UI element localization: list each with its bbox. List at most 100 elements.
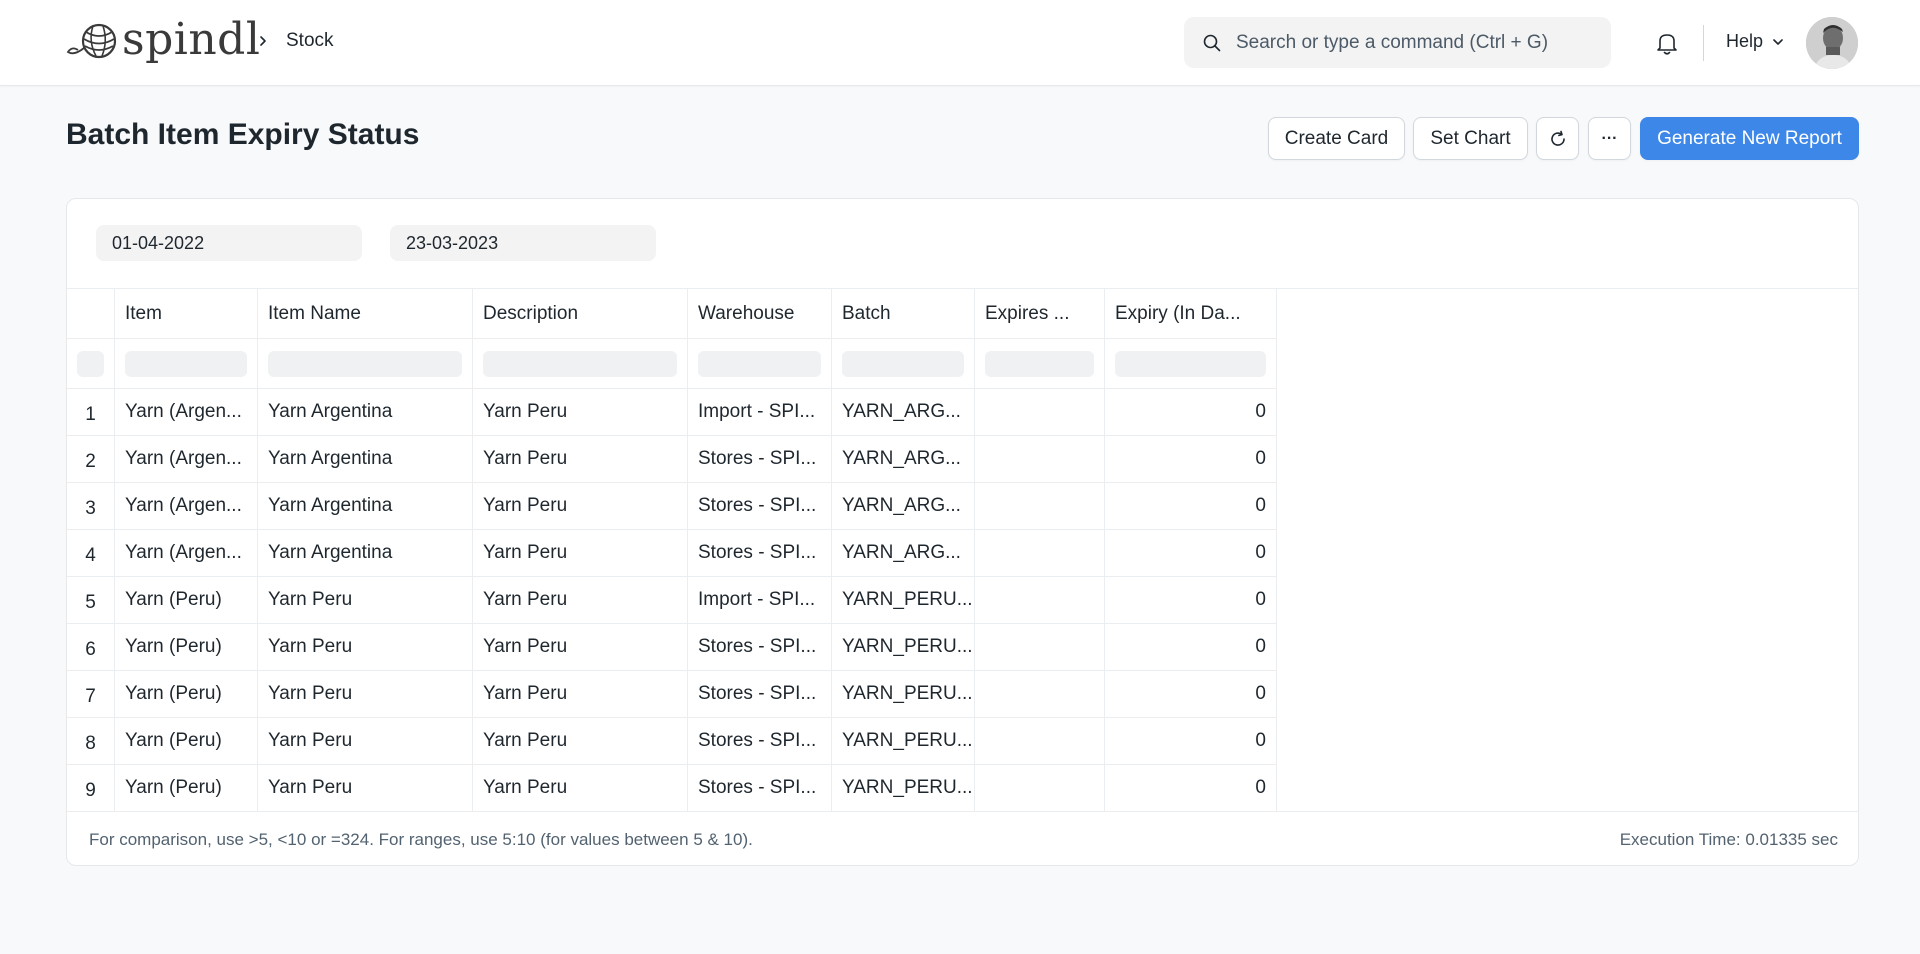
- row-index[interactable]: 6: [67, 624, 115, 670]
- cell-item-name[interactable]: Yarn Argentina: [258, 483, 473, 529]
- cell-expires-on[interactable]: [975, 718, 1105, 764]
- from-date-filter[interactable]: [96, 225, 362, 261]
- cell-item-name[interactable]: Yarn Peru: [258, 765, 473, 811]
- cell-description[interactable]: Yarn Peru: [473, 765, 688, 811]
- refresh-button[interactable]: [1536, 117, 1579, 160]
- cell-expires-on[interactable]: [975, 530, 1105, 576]
- column-header-item[interactable]: Item: [115, 289, 258, 338]
- cell-item-name[interactable]: Yarn Argentina: [258, 530, 473, 576]
- cell-item-name[interactable]: Yarn Peru: [258, 718, 473, 764]
- bell-icon[interactable]: [1654, 30, 1680, 56]
- cell-batch[interactable]: YARN_PERU...: [832, 577, 975, 623]
- cell-item[interactable]: Yarn (Argen...: [115, 530, 258, 576]
- cell-item[interactable]: Yarn (Argen...: [115, 389, 258, 435]
- row-index[interactable]: 9: [67, 765, 115, 811]
- row-index[interactable]: 1: [67, 389, 115, 435]
- row-index[interactable]: 2: [67, 436, 115, 482]
- help-dropdown[interactable]: Help: [1726, 31, 1785, 52]
- cell-expires-on[interactable]: [975, 483, 1105, 529]
- cell-expires-on[interactable]: [975, 436, 1105, 482]
- cell-item-name[interactable]: Yarn Peru: [258, 671, 473, 717]
- cell-batch[interactable]: YARN_ARG...: [832, 483, 975, 529]
- generate-new-report-button[interactable]: Generate New Report: [1640, 117, 1859, 160]
- cell-warehouse[interactable]: Import - SPI...: [688, 577, 832, 623]
- cell-description[interactable]: Yarn Peru: [473, 436, 688, 482]
- cell-expiry-days[interactable]: 0: [1105, 577, 1277, 623]
- cell-description[interactable]: Yarn Peru: [473, 530, 688, 576]
- cell-expiry-days[interactable]: 0: [1105, 436, 1277, 482]
- column-header-warehouse[interactable]: Warehouse: [688, 289, 832, 338]
- cell-expires-on[interactable]: [975, 577, 1105, 623]
- table-row[interactable]: 6 Yarn (Peru) Yarn Peru Yarn Peru Stores - S…: [67, 624, 1277, 671]
- cell-expiry-days[interactable]: 0: [1105, 389, 1277, 435]
- cell-warehouse[interactable]: Stores - SPI...: [688, 765, 832, 811]
- column-header-expiry-days[interactable]: Expiry (In Da...: [1105, 289, 1277, 338]
- table-row[interactable]: 2 Yarn (Argen... Yarn Argentina Yarn Peru St…: [67, 436, 1277, 483]
- cell-expires-on[interactable]: [975, 624, 1105, 670]
- breadcrumb-stock-link[interactable]: Stock: [286, 30, 334, 52]
- table-row[interactable]: 8 Yarn (Peru) Yarn Peru Yarn Peru Stores - S…: [67, 718, 1277, 765]
- column-filter-expires-on[interactable]: [985, 350, 1094, 377]
- cell-item-name[interactable]: Yarn Peru: [258, 624, 473, 670]
- column-header-expires-on[interactable]: Expires ...: [975, 289, 1105, 338]
- app-logo[interactable]: spindl: [66, 16, 260, 64]
- column-header-batch[interactable]: Batch: [832, 289, 975, 338]
- row-index[interactable]: 7: [67, 671, 115, 717]
- cell-warehouse[interactable]: Import - SPI...: [688, 389, 832, 435]
- table-row[interactable]: 5 Yarn (Peru) Yarn Peru Yarn Peru Import - S…: [67, 577, 1277, 624]
- cell-description[interactable]: Yarn Peru: [473, 483, 688, 529]
- cell-warehouse[interactable]: Stores - SPI...: [688, 436, 832, 482]
- awesomebar-search[interactable]: [1184, 17, 1611, 68]
- cell-description[interactable]: Yarn Peru: [473, 718, 688, 764]
- cell-batch[interactable]: YARN_PERU...: [832, 624, 975, 670]
- cell-expires-on[interactable]: [975, 389, 1105, 435]
- cell-item-name[interactable]: Yarn Argentina: [258, 389, 473, 435]
- column-header-item-name[interactable]: Item Name: [258, 289, 473, 338]
- column-header-description[interactable]: Description: [473, 289, 688, 338]
- column-filter-batch[interactable]: [842, 350, 964, 377]
- column-filter-description[interactable]: [483, 350, 677, 377]
- cell-item[interactable]: Yarn (Argen...: [115, 483, 258, 529]
- cell-batch[interactable]: YARN_ARG...: [832, 389, 975, 435]
- user-avatar[interactable]: [1806, 17, 1858, 69]
- cell-batch[interactable]: YARN_PERU...: [832, 671, 975, 717]
- cell-expiry-days[interactable]: 0: [1105, 718, 1277, 764]
- cell-expiry-days[interactable]: 0: [1105, 765, 1277, 811]
- cell-expiry-days[interactable]: 0: [1105, 624, 1277, 670]
- cell-item[interactable]: Yarn (Peru): [115, 671, 258, 717]
- create-card-button[interactable]: Create Card: [1268, 117, 1405, 160]
- column-filter-expiry-days[interactable]: [1115, 350, 1266, 377]
- table-row[interactable]: 1 Yarn (Argen... Yarn Argentina Yarn Peru Im…: [67, 389, 1277, 436]
- cell-warehouse[interactable]: Stores - SPI...: [688, 483, 832, 529]
- search-input[interactable]: [1236, 31, 1596, 54]
- row-index[interactable]: 5: [67, 577, 115, 623]
- row-index[interactable]: 8: [67, 718, 115, 764]
- cell-item[interactable]: Yarn (Peru): [115, 624, 258, 670]
- cell-expiry-days[interactable]: 0: [1105, 530, 1277, 576]
- table-row[interactable]: 3 Yarn (Argen... Yarn Argentina Yarn Peru St…: [67, 483, 1277, 530]
- cell-item[interactable]: Yarn (Peru): [115, 718, 258, 764]
- cell-expiry-days[interactable]: 0: [1105, 671, 1277, 717]
- cell-warehouse[interactable]: Stores - SPI...: [688, 530, 832, 576]
- cell-item-name[interactable]: Yarn Peru: [258, 577, 473, 623]
- cell-item-name[interactable]: Yarn Argentina: [258, 436, 473, 482]
- cell-warehouse[interactable]: Stores - SPI...: [688, 718, 832, 764]
- cell-description[interactable]: Yarn Peru: [473, 577, 688, 623]
- cell-batch[interactable]: YARN_PERU...: [832, 718, 975, 764]
- cell-batch[interactable]: YARN_ARG...: [832, 530, 975, 576]
- cell-expires-on[interactable]: [975, 765, 1105, 811]
- column-filter-warehouse[interactable]: [698, 350, 821, 377]
- cell-description[interactable]: Yarn Peru: [473, 389, 688, 435]
- table-row[interactable]: 4 Yarn (Argen... Yarn Argentina Yarn Peru St…: [67, 530, 1277, 577]
- table-row[interactable]: 7 Yarn (Peru) Yarn Peru Yarn Peru Stores - S…: [67, 671, 1277, 718]
- column-filter-item[interactable]: [125, 350, 247, 377]
- cell-description[interactable]: Yarn Peru: [473, 671, 688, 717]
- cell-item[interactable]: Yarn (Peru): [115, 577, 258, 623]
- column-filter-item-name[interactable]: [268, 350, 462, 377]
- cell-batch[interactable]: YARN_ARG...: [832, 436, 975, 482]
- cell-warehouse[interactable]: Stores - SPI...: [688, 624, 832, 670]
- cell-expires-on[interactable]: [975, 671, 1105, 717]
- cell-item[interactable]: Yarn (Peru): [115, 765, 258, 811]
- row-index[interactable]: 3: [67, 483, 115, 529]
- row-index[interactable]: 4: [67, 530, 115, 576]
